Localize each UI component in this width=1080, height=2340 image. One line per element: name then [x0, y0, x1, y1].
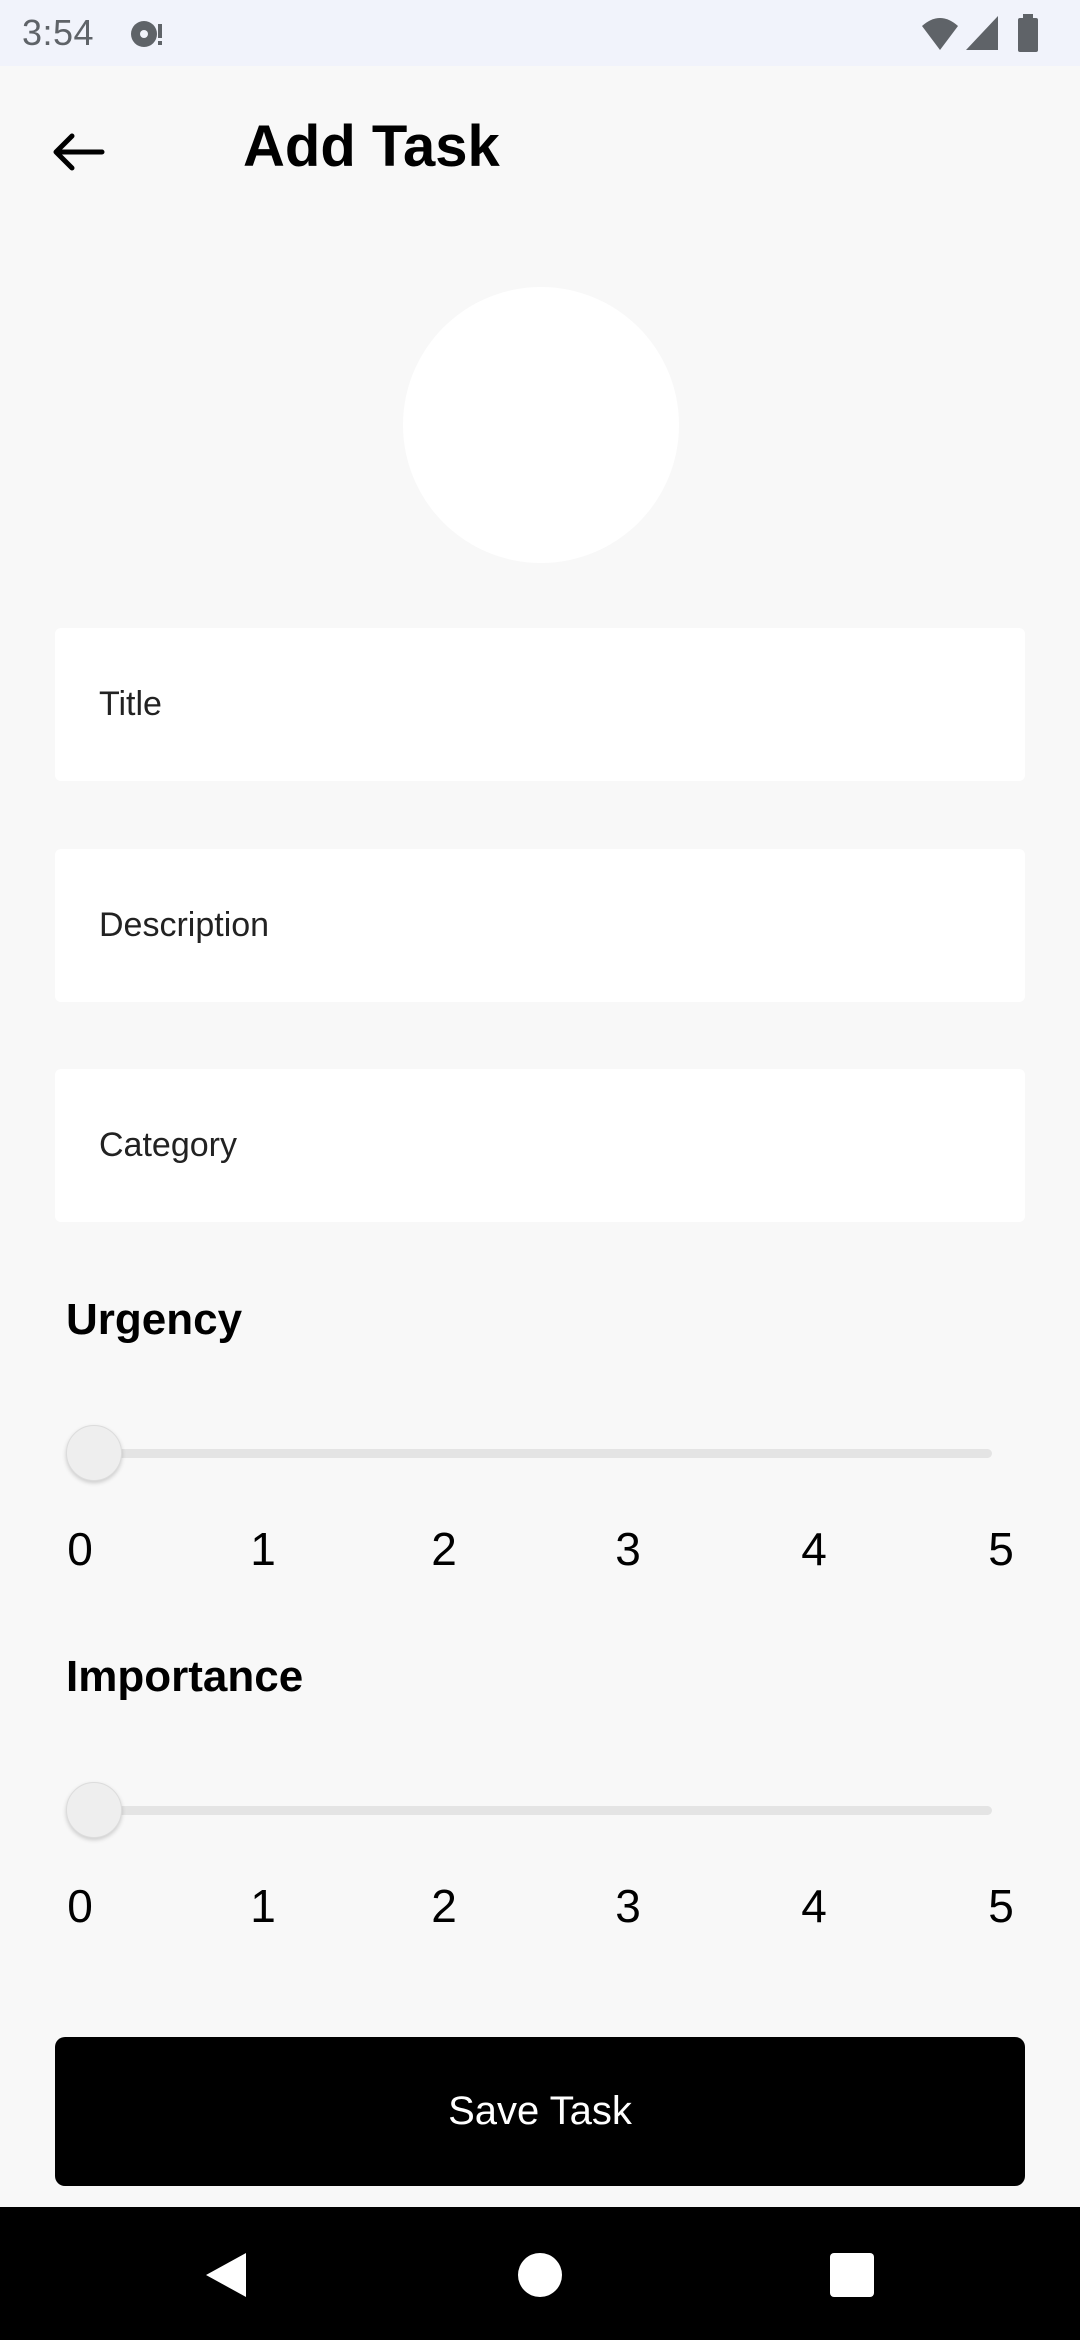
- save-task-button[interactable]: Save Task: [55, 2037, 1025, 2186]
- importance-tick: 1: [250, 1880, 276, 1932]
- urgency-tick: 1: [250, 1523, 276, 1575]
- recents-square-icon[interactable]: [824, 2247, 880, 2303]
- importance-tick: 5: [988, 1880, 1014, 1932]
- urgency-slider[interactable]: [66, 1422, 992, 1482]
- signal-icon: [966, 16, 998, 50]
- importance-tick: 4: [801, 1880, 827, 1932]
- urgency-slider-thumb[interactable]: [66, 1425, 122, 1481]
- battery-icon: [1018, 14, 1038, 52]
- title-field[interactable]: [55, 628, 1025, 781]
- urgency-tick: 4: [801, 1523, 827, 1575]
- urgency-tick: 3: [615, 1523, 641, 1575]
- importance-slider-thumb[interactable]: [66, 1782, 122, 1838]
- page-title: Add Task: [243, 114, 500, 179]
- urgency-ticks: 0 1 2 3 4 5: [55, 1522, 1025, 1582]
- status-time: 3:54: [22, 12, 95, 53]
- wifi-icon: [922, 18, 958, 50]
- back-triangle-icon[interactable]: [198, 2247, 254, 2303]
- system-nav-bar: [0, 2207, 1080, 2340]
- task-image-picker[interactable]: [403, 287, 679, 563]
- urgency-label: Urgency: [66, 1295, 243, 1344]
- title-input[interactable]: [55, 628, 1025, 781]
- app-bar: Add Task: [0, 66, 1080, 216]
- importance-ticks: 0 1 2 3 4 5: [55, 1879, 1025, 1939]
- category-field[interactable]: [55, 1069, 1025, 1222]
- status-bar: 3:54: [0, 0, 1080, 66]
- urgency-tick: 5: [988, 1523, 1014, 1575]
- urgency-slider-track[interactable]: [92, 1449, 992, 1458]
- importance-slider[interactable]: [66, 1779, 992, 1839]
- importance-tick: 2: [431, 1880, 457, 1932]
- back-button[interactable]: [30, 104, 126, 200]
- importance-label: Importance: [66, 1652, 304, 1701]
- importance-slider-track[interactable]: [92, 1806, 992, 1815]
- arrow-left-icon: [53, 133, 105, 171]
- category-input[interactable]: [55, 1069, 1025, 1222]
- status-icons: [920, 14, 1050, 52]
- description-field[interactable]: [55, 849, 1025, 1002]
- description-input[interactable]: [55, 849, 1025, 1002]
- home-circle-icon[interactable]: [512, 2247, 568, 2303]
- importance-tick: 3: [615, 1880, 641, 1932]
- urgency-tick: 2: [431, 1523, 457, 1575]
- notification-icon: [131, 21, 162, 47]
- importance-tick: 0: [67, 1880, 93, 1932]
- urgency-tick: 0: [67, 1523, 93, 1575]
